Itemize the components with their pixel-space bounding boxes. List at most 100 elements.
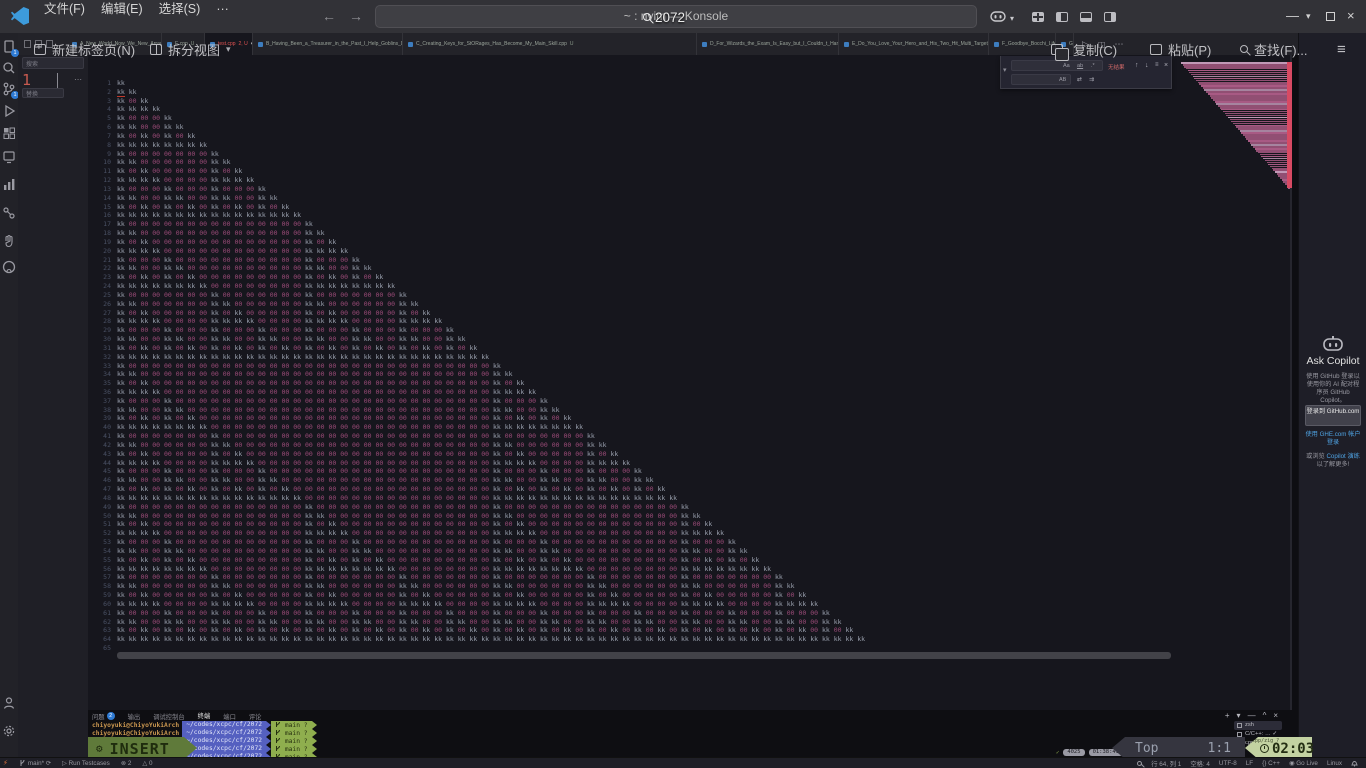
paste-label: 粘贴(P) (1168, 40, 1211, 59)
status-right-item-8[interactable]: Linux (1327, 760, 1342, 767)
ghe-signin-link[interactable]: 使用 GHE.com 帐户登录 (1304, 431, 1362, 447)
regex-toggle[interactable]: .* (1091, 63, 1095, 69)
remote-explorer-icon[interactable] (1, 149, 17, 165)
panel-tab-label: 评论 (249, 712, 262, 721)
restore-icon[interactable] (1326, 12, 1335, 21)
copilot-walkthrough-link[interactable]: Copilot 演练 (1326, 453, 1359, 460)
layout-secondary-sidebar-icon[interactable] (1104, 12, 1116, 22)
text-buffer[interactable]: kkkk kkkk 00 kkkk kk kk kkkk 00 00 00 kk… (117, 79, 865, 653)
preserve-case-toggle[interactable]: AB (1059, 77, 1066, 83)
nvim-editor[interactable]: 1234567891011121314151617181920212223242… (88, 55, 1292, 710)
prompt-user: chiyoyuki@ChiyoYukiArch (92, 730, 182, 737)
layout-customize-icon[interactable] (1032, 12, 1044, 22)
more-actions-icon[interactable]: ⋯ (74, 75, 82, 84)
panel-control-1[interactable]: + (1225, 711, 1230, 720)
buffer-line-44: kk kk kk kk 00 00 00 00 kk kk kk kk 00 0… (117, 459, 865, 468)
close-icon[interactable]: × (1164, 62, 1168, 69)
menu-item-3[interactable]: ··· (208, 0, 237, 19)
search-icon[interactable] (1, 60, 17, 76)
minimize-icon[interactable]: — (1286, 8, 1299, 23)
panel-control-3[interactable]: — (1248, 711, 1256, 720)
back-arrow-icon[interactable]: ← (322, 8, 336, 24)
status-left-item-4[interactable]: △ 0 (142, 760, 152, 767)
workspace-search-overlay[interactable]: 2072 (643, 7, 685, 27)
check-icon: ✓ (1056, 750, 1059, 756)
konsole-new-tab-button[interactable]: 新建标签页(N) (34, 40, 135, 58)
chevron-down-icon[interactable]: ▾ (1010, 14, 1014, 23)
buffer-line-12: kk kk kk kk 00 00 00 00 kk kk kk kk (117, 176, 865, 185)
copilot-icon[interactable] (990, 9, 1006, 24)
editor-tab-7[interactable]: E_Do_You_Love_Your_Hero_and_His_Two_Hit_… (839, 33, 989, 55)
editor-tab-4[interactable]: B_Having_Been_a_Treasurer_in_the_Past_I_… (253, 33, 403, 55)
panel-control-2[interactable]: ▾ (1237, 711, 1241, 720)
menu-item-0[interactable]: 文件(F) (36, 0, 93, 19)
source-control-icon[interactable]: 1 (1, 81, 17, 97)
chevron-collapse-icon[interactable]: ▾ (1003, 66, 1007, 74)
status-right-item-4[interactable]: UTF-8 (1219, 760, 1237, 767)
konsole-paste-button[interactable]: 粘贴(P) (1150, 40, 1211, 58)
arrow-up-icon[interactable]: ↑ (1135, 62, 1139, 69)
status-right-item-1[interactable] (1137, 761, 1142, 766)
buffer-line-50: kk kk 00 00 00 00 00 00 00 00 00 00 00 0… (117, 512, 865, 521)
horizontal-scrollbar[interactable] (117, 652, 1171, 659)
copy-icon (1051, 44, 1063, 55)
panel-control-4[interactable]: ^ (1263, 711, 1267, 720)
whole-word-toggle[interactable]: ab (1077, 63, 1083, 69)
prompt-git-branch: main ? (271, 729, 312, 737)
status-right-item-2[interactable]: 行 64, 列 1 (1151, 759, 1181, 768)
status-right-item-5[interactable]: LF (1246, 760, 1253, 767)
terminal-list-item-1[interactable]: zsh (1234, 721, 1282, 730)
test-chart-icon[interactable] (1, 177, 17, 193)
remote-indicator[interactable]: ⚡ (3, 759, 8, 767)
status-left-item-1[interactable]: main* ⟳ (19, 759, 51, 767)
konsole-copy-button[interactable]: 复制(C) (1051, 40, 1117, 58)
arrow-down-icon[interactable]: ↓ (1145, 62, 1149, 69)
buffer-line-7: kk 00 kk 00 kk 00 kk (117, 132, 865, 141)
layout-panel-icon[interactable] (1080, 12, 1092, 22)
editor-tab-8[interactable]: F_Goodbye_Bocchi_Life.cppU (989, 33, 1056, 55)
hamburger-menu-icon[interactable]: ≡ (1337, 40, 1346, 58)
sidebar-search-input[interactable]: 搜索 (22, 57, 84, 69)
status-right-item-6[interactable]: {} C++ (1262, 760, 1280, 767)
references-icon[interactable] (1, 205, 17, 221)
github-icon[interactable] (1, 259, 17, 275)
status-right-item-3[interactable]: 空格: 4 (1190, 759, 1210, 768)
find-input[interactable] (1011, 60, 1103, 71)
status-left-item-3[interactable]: ⊗ 2 (121, 760, 132, 767)
close-icon[interactable]: × (1347, 8, 1355, 23)
status-right-item-9[interactable] (1351, 759, 1358, 767)
minimap[interactable] (1181, 62, 1290, 189)
editor-tab-5[interactable]: C_Creating_Keys_for_StORages_Has_Become_… (403, 33, 697, 55)
vscode-logo-icon[interactable] (11, 7, 29, 25)
buffer-line-6: kk kk 00 00 kk kk (117, 123, 865, 132)
menu-item-1[interactable]: 编辑(E) (93, 0, 151, 19)
buffer-line-52: kk kk kk kk 00 00 00 00 00 00 00 00 00 0… (117, 529, 865, 538)
layout-sidebar-icon[interactable] (1056, 12, 1068, 22)
extensions-icon[interactable] (1, 125, 17, 141)
match-case-toggle[interactable]: Aa (1063, 63, 1070, 69)
status-left-item-2[interactable]: ▷ Run Testcases (62, 760, 110, 767)
run-debug-icon[interactable] (1, 103, 17, 119)
hand-icon[interactable] (1, 233, 17, 249)
buffer-line-33: kk 00 00 00 00 00 00 00 00 00 00 00 00 0… (117, 362, 865, 371)
konsole-find-button[interactable]: 查找(F)... (1240, 40, 1307, 58)
chevron-down-icon: ▾ (226, 44, 231, 55)
explorer-icon[interactable]: 1 (1, 39, 17, 55)
replace-icon[interactable]: ⇄ (1077, 76, 1082, 83)
menu-item-2[interactable]: 选择(S) (151, 0, 209, 19)
text-caret (57, 73, 58, 88)
status-right-item-7[interactable]: ◉ Go Live (1289, 760, 1318, 767)
sidebar-replace-input[interactable]: 替换 (22, 88, 64, 98)
editor-tab-6[interactable]: D_For_Wizards_the_Exam_Is_Easy_but_I_Cou… (697, 33, 839, 55)
panel-control-5[interactable]: × (1273, 711, 1278, 720)
github-signin-button[interactable]: 登录到 GitHub.com (1305, 405, 1361, 426)
settings-gear-icon[interactable] (1, 723, 17, 739)
forward-arrow-icon[interactable]: → (349, 8, 363, 24)
konsole-split-view-button[interactable]: 拆分视图 ▾ (150, 40, 231, 58)
selection-find-icon[interactable]: ≡ (1155, 62, 1159, 68)
buffer-line-49: kk 00 00 00 00 00 00 00 00 00 00 00 00 0… (117, 503, 865, 512)
chevron-down-icon[interactable]: ▾ (1306, 11, 1311, 22)
buffer-line-59: kk 00 kk 00 00 00 00 00 kk 00 kk 00 00 0… (117, 591, 865, 600)
account-icon[interactable] (1, 695, 17, 711)
replace-all-icon[interactable]: ⇉ (1089, 76, 1094, 83)
